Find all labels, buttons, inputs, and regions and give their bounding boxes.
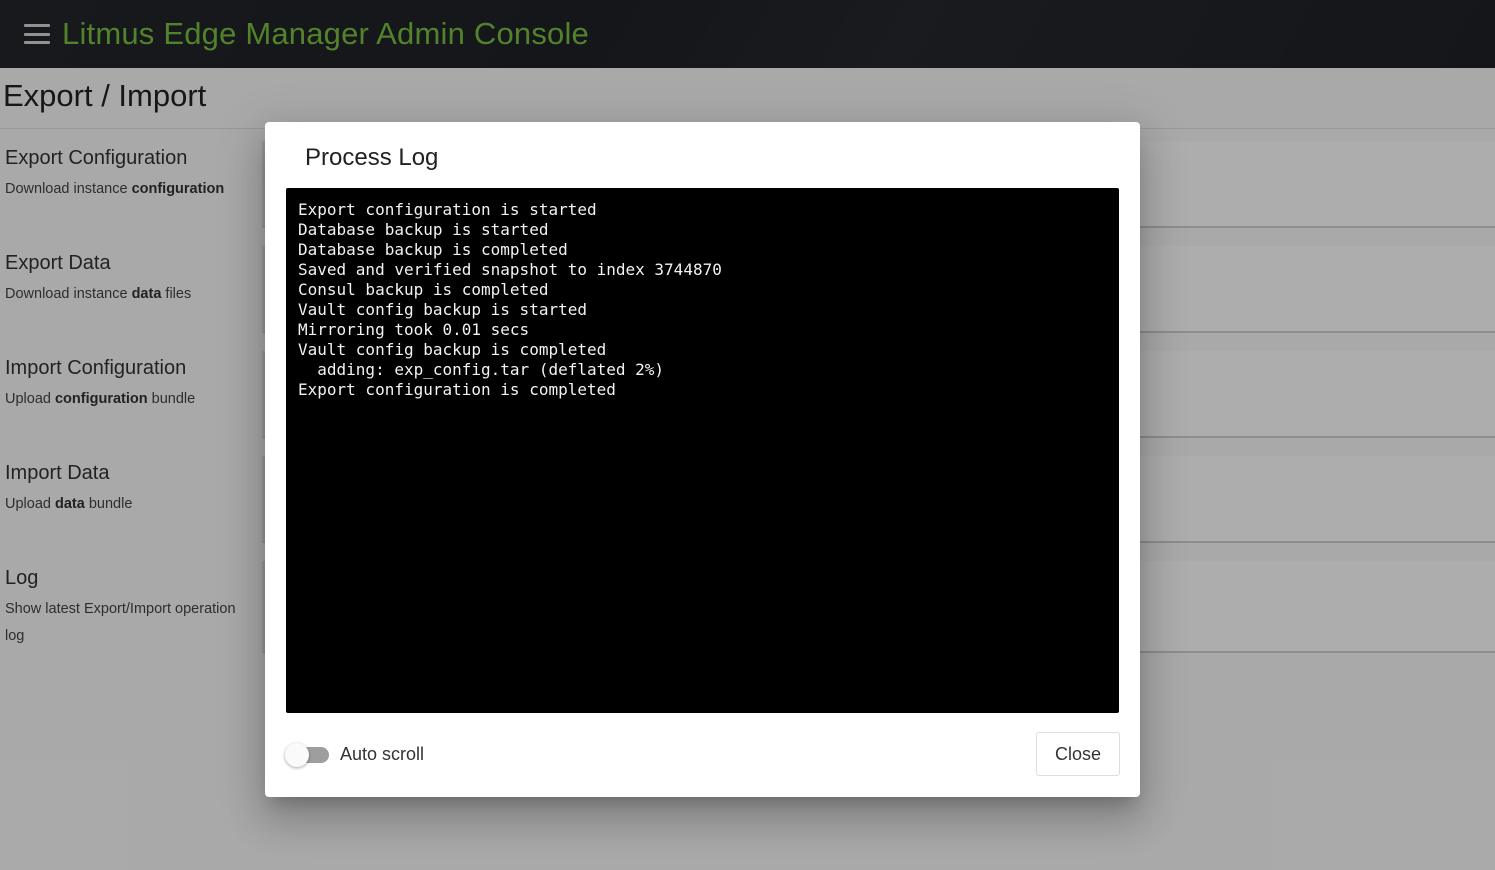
log-line: Export configuration is started	[298, 200, 597, 219]
log-line: adding: exp_config.tar (deflated 2%)	[298, 360, 665, 379]
dialog-title: Process Log	[305, 144, 439, 171]
log-line: Vault config backup is started	[298, 300, 587, 319]
log-line: Vault config backup is completed	[298, 340, 607, 359]
log-line: Database backup is completed	[298, 240, 568, 259]
process-log-dialog: Process Log Export configuration is star…	[265, 122, 1140, 797]
auto-scroll-label: Auto scroll	[340, 744, 425, 764]
process-log-console[interactable]: Export configuration is started Database…	[286, 188, 1119, 713]
close-button[interactable]: Close	[1036, 732, 1120, 776]
log-line: Saved and verified snapshot to index 374…	[298, 260, 722, 279]
log-line: Export configuration is completed	[298, 380, 616, 399]
log-line: Consul backup is completed	[298, 280, 549, 299]
log-line: Database backup is started	[298, 220, 549, 239]
auto-scroll-toggle[interactable]	[285, 743, 331, 767]
log-line: Mirroring took 0.01 secs	[298, 320, 530, 339]
toggle-thumb	[285, 743, 309, 767]
dialog-footer: Auto scroll Close	[265, 732, 1140, 776]
